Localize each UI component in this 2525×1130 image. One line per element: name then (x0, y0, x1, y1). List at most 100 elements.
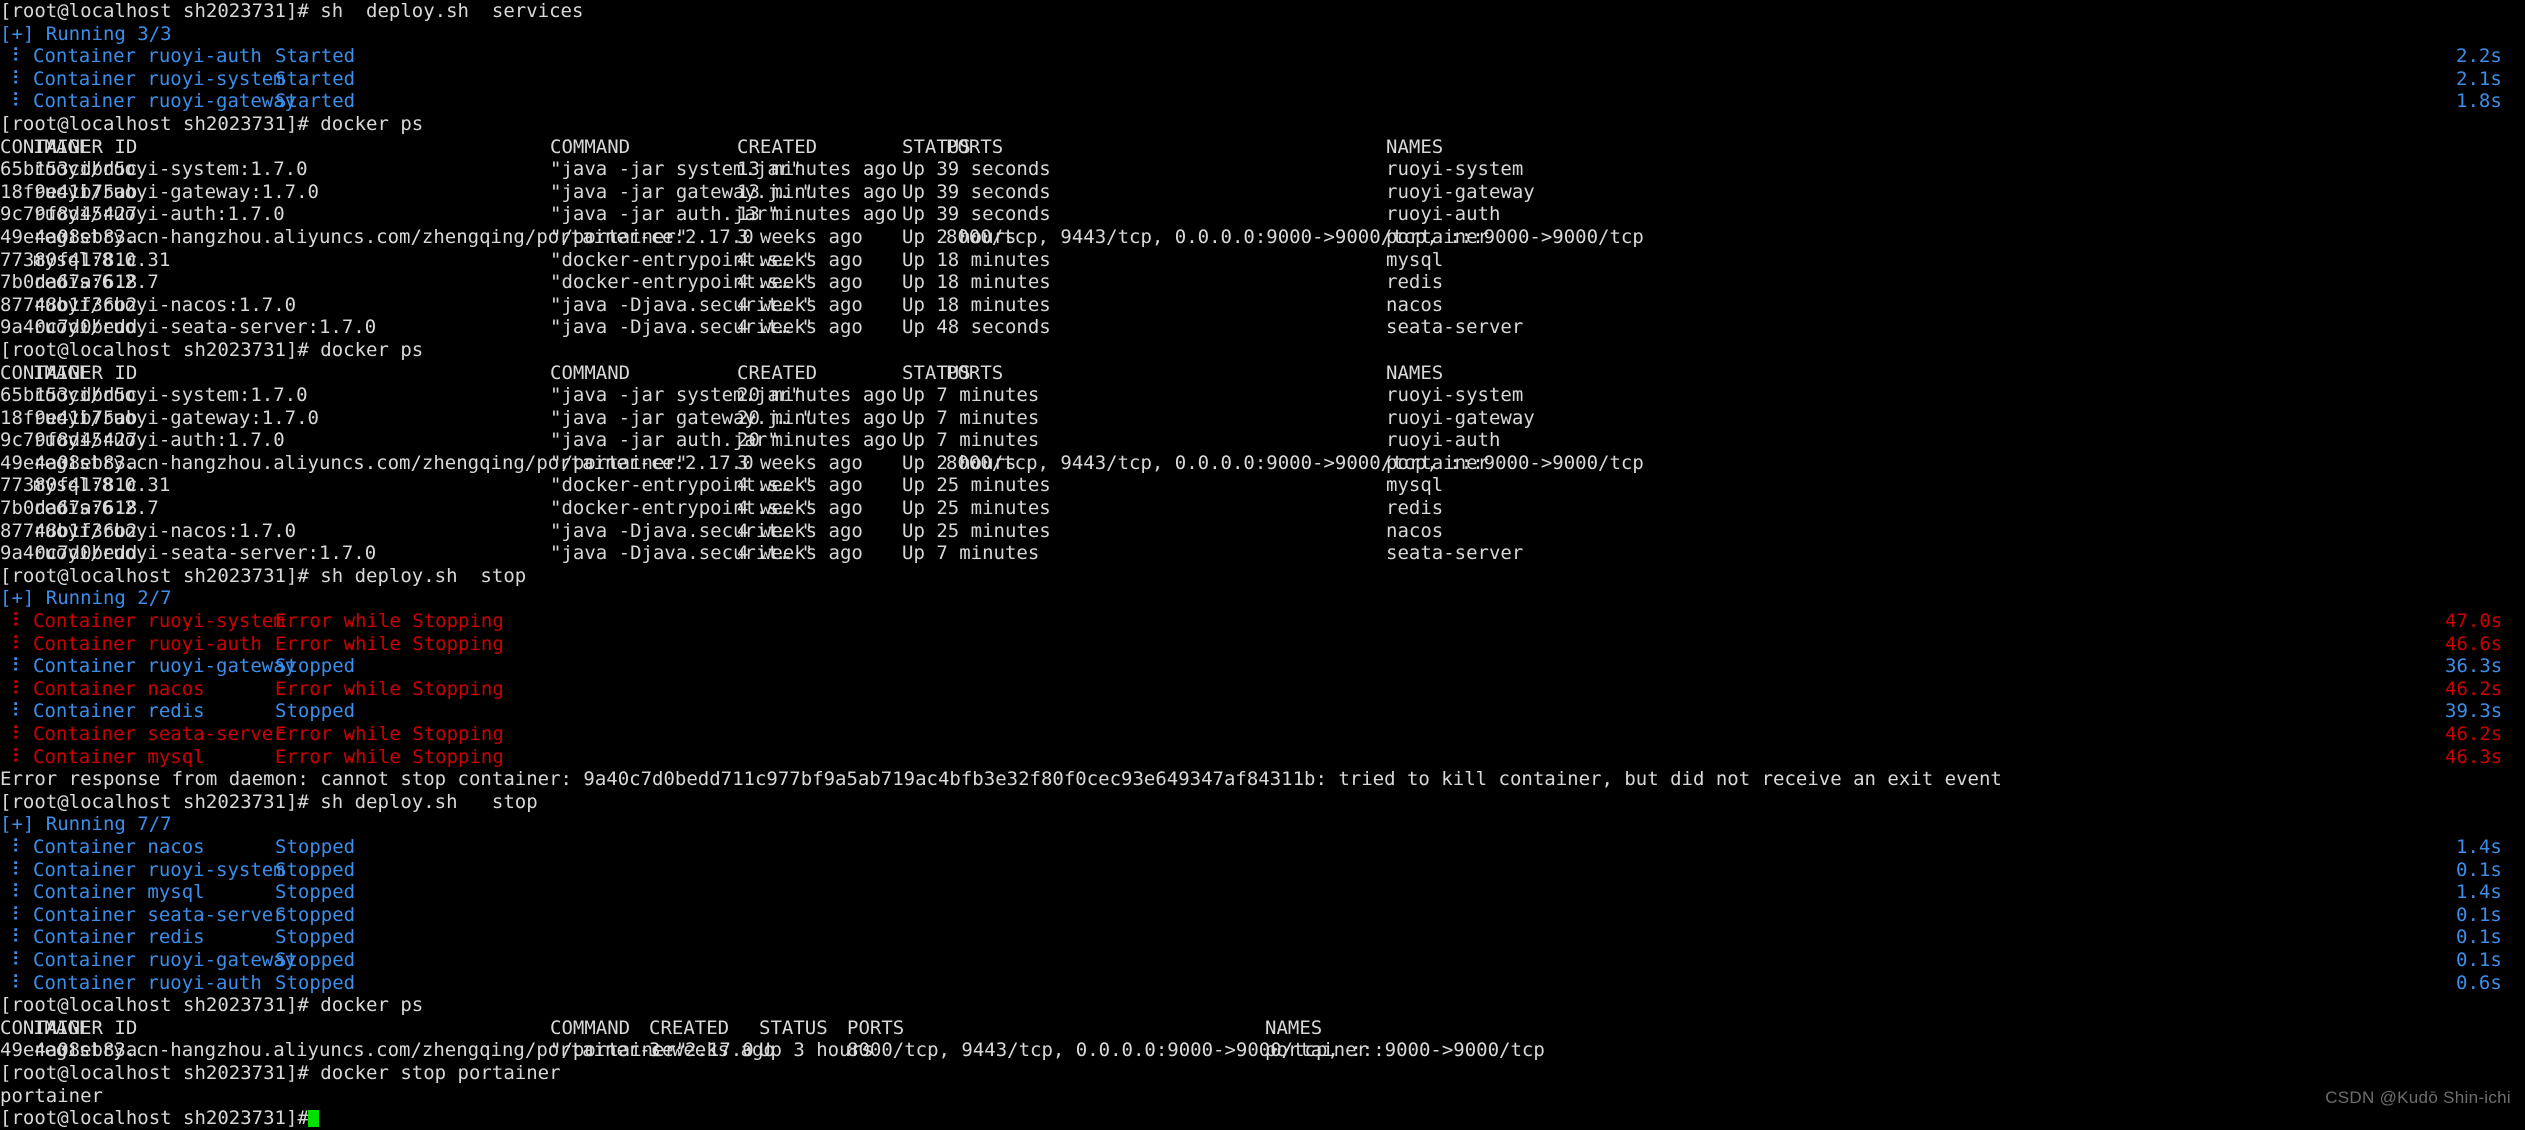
col-header-ports: PORTS (946, 135, 1004, 158)
docker-ps-row: 9a40c7d0bedd ruoyi/ruoyi-seata-server:1.7… (0, 316, 2525, 339)
compose-bullet-icon: ⠇ (0, 903, 26, 926)
compose-status-text: Error while Stopping (275, 677, 504, 700)
col-header-created: CREATED (649, 1016, 730, 1039)
cell-image: ruoyi/ruoyi-auth:1.7.0 (33, 429, 285, 452)
error-response-line: Error response from daemon: cannot stop … (0, 768, 2525, 791)
cell-status: Up 48 seconds (902, 316, 1051, 339)
cell-command: "/portainer" (550, 451, 688, 474)
compose-time-text: 0.6s (2456, 971, 2502, 994)
compose-row: ⠇ Container ruoyi-system Stopped 0.1s (0, 859, 2525, 882)
docker-ps-row: 9a40c7d0bedd ruoyi/ruoyi-seata-server:1.7… (0, 542, 2525, 565)
col-header-ports: PORTS (946, 361, 1004, 384)
compose-header-text: [+] Running 2/7 (0, 587, 172, 610)
text-cursor (308, 1110, 319, 1128)
docker-ps-row: 65b153cdbd5c ruoyi/ruoyi-system:1.7.0 "jav… (0, 158, 2525, 181)
compose-time-text: 39.3s (2445, 700, 2503, 723)
prompt-docker-ps-3: [root@localhost sh2023731]# docker ps (0, 994, 2525, 1017)
compose-row: ⠇ Container ruoyi-gateway Stopped 0.1s (0, 949, 2525, 972)
cell-status: Up 39 seconds (902, 203, 1051, 226)
docker-ps-row: 18f9e41b75ab ruoyi/ruoyi-gateway:1.7.0 "ja… (0, 407, 2525, 430)
compose-row: ⠇ Container nacos Error while Stopping 46.2… (0, 678, 2525, 701)
cell-created: 3 weeks ago (649, 1039, 775, 1062)
compose-time-text: 46.2s (2445, 723, 2503, 745)
cell-image: ruoyi/ruoyi-nacos:1.7.0 (33, 293, 297, 316)
compose-status-text: Started (275, 67, 356, 90)
compose-time-text: 46.3s (2445, 745, 2503, 768)
cell-status: Up 25 minutes (902, 497, 1051, 520)
docker-ps-row: 7b0da67a7618 redis:6.2.7 "docker-entrypoin… (0, 497, 2525, 520)
compose-container-label: Container ruoyi-auth (33, 971, 262, 994)
compose-row: ⠇ Container redis Stopped 0.1s (0, 926, 2525, 949)
compose-status-text: Stopped (275, 926, 356, 949)
prompt-deploy-stop-2: [root@localhost sh2023731]# sh deploy.sh… (0, 791, 2525, 814)
compose-container-label: Container redis (33, 926, 205, 949)
prompt-text: [root@localhost sh2023731]# docker ps (0, 994, 424, 1017)
cell-created: 3 weeks ago (737, 451, 863, 474)
cell-image: ruoyi/ruoyi-seata-server:1.7.0 (33, 542, 377, 565)
cell-image: ruoyi/ruoyi-system:1.7.0 (33, 384, 308, 407)
compose-time-text: 0.1s (2456, 948, 2502, 971)
col-header-names: NAMES (1386, 361, 1444, 384)
compose-container-label: Container mysql (33, 745, 205, 768)
cell-created: 4 weeks ago (737, 474, 863, 497)
compose-status-text: Stopped (275, 881, 356, 904)
cell-names: seata-server (1386, 542, 1524, 565)
cell-image: ruoyi/ruoyi-system:1.7.0 (33, 158, 308, 181)
cell-ports: 8000/tcp, 9443/tcp, 0.0.0.0:9000->9000/t… (946, 451, 1644, 474)
compose-time-text: 2.2s (2456, 45, 2502, 68)
prompt-text: [root@localhost sh2023731]# docker ps (0, 338, 424, 361)
cell-image: mysql:8.0.31 (33, 474, 171, 497)
docker-ps-row: 77380f41781c mysql:8.0.31 "docker-entrypoi… (0, 249, 2525, 272)
compose-status-text: Error while Stopping (275, 610, 504, 633)
cell-names: nacos (1386, 519, 1444, 542)
prompt-deploy-services: [root@localhost sh2023731]# sh deploy.sh… (0, 0, 2525, 23)
terminal-window[interactable]: [root@localhost sh2023731]# sh deploy.sh… (0, 0, 2525, 1129)
compose-status-text: Error while Stopping (275, 632, 504, 655)
compose-time-text: 0.1s (2456, 858, 2502, 881)
cell-names: portainer (1265, 1039, 1368, 1062)
cell-status: Up 25 minutes (902, 474, 1051, 497)
cell-created: 4 weeks ago (737, 248, 863, 271)
compose-status-text: Stopped (275, 655, 356, 678)
compose-time-text: 1.4s (2456, 881, 2502, 904)
col-header-image: IMAGE (33, 361, 91, 384)
cell-created: 4 weeks ago (737, 293, 863, 316)
cell-names: mysql (1386, 474, 1444, 497)
compose-row: ⠇ Container ruoyi-auth Stopped 0.6s (0, 972, 2525, 995)
col-header-created: CREATED (737, 135, 818, 158)
compose-time-text: 36.3s (2445, 655, 2503, 678)
compose-container-label: Container nacos (33, 677, 205, 700)
cell-command: "/portainer" (550, 225, 688, 248)
error-response-text: Error response from daemon: cannot stop … (0, 768, 2002, 791)
cell-names: redis (1386, 497, 1444, 520)
compose-bullet-icon: ⠇ (0, 858, 26, 881)
cell-names: ruoyi-system (1386, 158, 1524, 181)
compose-time-text: 46.6s (2445, 632, 2503, 655)
cell-created: 4 weeks ago (737, 542, 863, 565)
compose-bullet-icon: ⠇ (0, 610, 26, 633)
compose-container-label: Container ruoyi-auth (33, 632, 262, 655)
cell-names: mysql (1386, 248, 1444, 271)
compose-time-text: 46.2s (2445, 677, 2503, 700)
cell-created: 20 minutes ago (737, 384, 898, 407)
prompt-docker-ps-2: [root@localhost sh2023731]# docker ps (0, 339, 2525, 362)
compose-bullet-icon: ⠇ (0, 971, 26, 994)
compose-header: [+] Running 3/3 (0, 23, 2525, 46)
compose-container-label: Container mysql (33, 881, 205, 904)
compose-row: ⠇ Container mysql Stopped 1.4s (0, 881, 2525, 904)
compose-container-label: Container ruoyi-system (33, 610, 285, 633)
cell-names: ruoyi-system (1386, 384, 1524, 407)
col-header-image: IMAGE (33, 1016, 91, 1039)
cell-image: ruoyi/ruoyi-gateway:1.7.0 (33, 180, 319, 203)
compose-bullet-icon: ⠇ (0, 835, 26, 858)
docker-ps-row: 87748b1f36b2 ruoyi/ruoyi-nacos:1.7.0 "java… (0, 294, 2525, 317)
docker-ps-row: 9c79f8d45427 ruoyi/ruoyi-auth:1.7.0 "java … (0, 203, 2525, 226)
compose-container-label: Container ruoyi-auth (33, 45, 262, 68)
cell-status: Up 18 minutes (902, 248, 1051, 271)
compose-bullet-icon: ⠇ (0, 655, 26, 678)
cell-ports: 8000/tcp, 9443/tcp, 0.0.0.0:9000->9000/t… (946, 225, 1644, 248)
compose-row: ⠇ Container ruoyi-gateway Started 1.8s (0, 90, 2525, 113)
cell-names: nacos (1386, 293, 1444, 316)
cell-created: 4 weeks ago (737, 519, 863, 542)
compose-status-text: Stopped (275, 700, 356, 723)
